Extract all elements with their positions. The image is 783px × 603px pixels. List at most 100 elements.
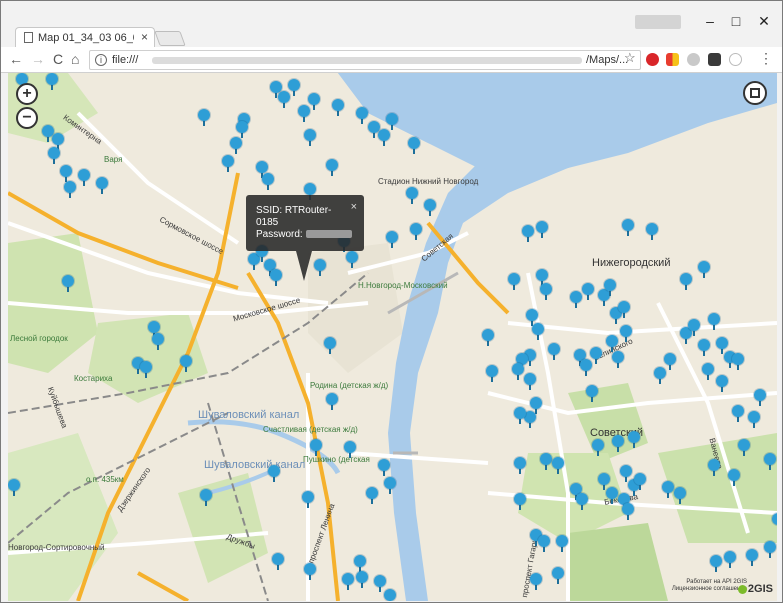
- bookmark-star-icon[interactable]: ☆: [624, 50, 636, 66]
- wifi-pin-icon[interactable]: [606, 335, 618, 352]
- wifi-pin-icon[interactable]: [8, 479, 20, 496]
- wifi-pin-icon[interactable]: [746, 549, 758, 566]
- wifi-pin-icon[interactable]: [326, 393, 338, 410]
- wifi-pin-icon[interactable]: [356, 107, 368, 124]
- wifi-pin-icon[interactable]: [538, 535, 550, 552]
- wifi-pin-icon[interactable]: [754, 389, 766, 406]
- fullscreen-button[interactable]: [743, 81, 767, 105]
- wifi-pin-icon[interactable]: [78, 169, 90, 186]
- wifi-pin-icon[interactable]: [378, 459, 390, 476]
- wifi-pin-icon[interactable]: [310, 439, 322, 456]
- popup-close-button[interactable]: ×: [351, 201, 357, 213]
- wifi-pin-icon[interactable]: [268, 465, 280, 482]
- wifi-pin-icon[interactable]: [612, 351, 624, 368]
- wifi-pin-icon[interactable]: [344, 441, 356, 458]
- wifi-pin-icon[interactable]: [384, 589, 396, 601]
- wifi-pin-icon[interactable]: [540, 453, 552, 470]
- wifi-pin-icon[interactable]: [386, 231, 398, 248]
- zoom-in-button[interactable]: +: [16, 83, 38, 105]
- wifi-pin-icon[interactable]: [60, 165, 72, 182]
- wifi-pin-icon[interactable]: [270, 269, 282, 286]
- wifi-pin-icon[interactable]: [386, 113, 398, 130]
- wifi-pin-icon[interactable]: [46, 73, 58, 90]
- wifi-pin-icon[interactable]: [262, 173, 274, 190]
- wifi-pin-icon[interactable]: [288, 79, 300, 96]
- wifi-pin-icon[interactable]: [738, 439, 750, 456]
- wifi-pin-icon[interactable]: [514, 457, 526, 474]
- wifi-pin-icon[interactable]: [618, 301, 630, 318]
- wifi-pin-icon[interactable]: [152, 333, 164, 350]
- wifi-pin-icon[interactable]: [64, 181, 76, 198]
- wifi-pin-icon[interactable]: [62, 275, 74, 292]
- address-bar[interactable]: i file:/// /Maps/...: [89, 50, 641, 70]
- extension-box-icon[interactable]: [708, 53, 721, 66]
- wifi-pin-icon[interactable]: [342, 573, 354, 590]
- wifi-pin-icon[interactable]: [140, 361, 152, 378]
- home-button[interactable]: ⌂: [71, 51, 79, 67]
- wifi-pin-icon[interactable]: [524, 373, 536, 390]
- wifi-pin-icon[interactable]: [304, 563, 316, 580]
- wifi-pin-icon[interactable]: [620, 325, 632, 342]
- reload-button[interactable]: C: [53, 51, 63, 67]
- wifi-pin-icon[interactable]: [514, 493, 526, 510]
- wifi-pin-icon[interactable]: [552, 567, 564, 584]
- wifi-pin-icon[interactable]: [590, 347, 602, 364]
- wifi-pin-icon[interactable]: [536, 221, 548, 238]
- wifi-pin-icon[interactable]: [514, 407, 526, 424]
- wifi-pin-icon[interactable]: [366, 487, 378, 504]
- info-icon[interactable]: i: [95, 54, 107, 66]
- wifi-pin-icon[interactable]: [622, 503, 634, 520]
- wifi-pin-icon[interactable]: [646, 223, 658, 240]
- new-tab-button[interactable]: [154, 31, 186, 46]
- attribution-license[interactable]: Лицензионное соглашение: [672, 586, 747, 593]
- wifi-pin-icon[interactable]: [222, 155, 234, 172]
- zoom-out-button[interactable]: −: [16, 107, 38, 129]
- 2gis-logo[interactable]: 2GIS: [737, 583, 773, 595]
- extension-globe-icon[interactable]: [687, 53, 700, 66]
- wifi-pin-icon[interactable]: [748, 411, 760, 428]
- wifi-pin-icon[interactable]: [96, 177, 108, 194]
- close-window-button[interactable]: ✕: [749, 13, 779, 30]
- wifi-pin-icon[interactable]: [764, 541, 776, 558]
- wifi-pin-icon[interactable]: [772, 513, 777, 530]
- wifi-pin-icon[interactable]: [508, 273, 520, 290]
- wifi-pin-icon[interactable]: [662, 481, 674, 498]
- wifi-pin-icon[interactable]: [654, 367, 666, 384]
- wifi-pin-icon[interactable]: [724, 551, 736, 568]
- wifi-pin-icon[interactable]: [708, 313, 720, 330]
- wifi-pin-icon[interactable]: [688, 319, 700, 336]
- wifi-pin-icon[interactable]: [198, 109, 210, 126]
- browser-tab[interactable]: Map 01_34_03 06_07_20 ×: [15, 27, 155, 47]
- wifi-pin-icon[interactable]: [698, 339, 710, 356]
- wifi-pin-icon[interactable]: [272, 553, 284, 570]
- wifi-pin-icon[interactable]: [304, 129, 316, 146]
- wifi-pin-icon[interactable]: [298, 105, 310, 122]
- adblock-icon[interactable]: [646, 53, 659, 66]
- wifi-pin-icon[interactable]: [570, 291, 582, 308]
- wifi-pin-icon[interactable]: [48, 147, 60, 164]
- extension-flag-icon[interactable]: [666, 53, 679, 66]
- wifi-pin-icon[interactable]: [592, 439, 604, 456]
- wifi-pin-icon[interactable]: [674, 487, 686, 504]
- maximize-button[interactable]: □: [721, 13, 751, 29]
- wifi-pin-icon[interactable]: [408, 137, 420, 154]
- wifi-pin-icon[interactable]: [302, 491, 314, 508]
- wifi-pin-icon[interactable]: [236, 121, 248, 138]
- wifi-pin-icon[interactable]: [548, 343, 560, 360]
- map-view[interactable]: Коминтерна Варя Сормовское шоссе Московс…: [8, 73, 777, 601]
- attribution-api[interactable]: Работает на API 2GIS: [672, 579, 747, 586]
- wifi-pin-icon[interactable]: [576, 493, 588, 510]
- wifi-pin-icon[interactable]: [732, 353, 744, 370]
- wifi-pin-icon[interactable]: [180, 355, 192, 372]
- wifi-pin-icon[interactable]: [424, 199, 436, 216]
- map-attribution[interactable]: Работает на API 2GIS Лицензионное соглаш…: [672, 579, 747, 593]
- wifi-pin-icon[interactable]: [540, 283, 552, 300]
- wifi-pin-icon[interactable]: [586, 385, 598, 402]
- wifi-pin-icon[interactable]: [732, 405, 744, 422]
- wifi-pin-icon[interactable]: [324, 337, 336, 354]
- wifi-pin-icon[interactable]: [716, 375, 728, 392]
- wifi-pin-icon[interactable]: [698, 261, 710, 278]
- wifi-pin-icon[interactable]: [522, 225, 534, 242]
- wifi-pin-icon[interactable]: [314, 259, 326, 276]
- wifi-pin-icon[interactable]: [332, 99, 344, 116]
